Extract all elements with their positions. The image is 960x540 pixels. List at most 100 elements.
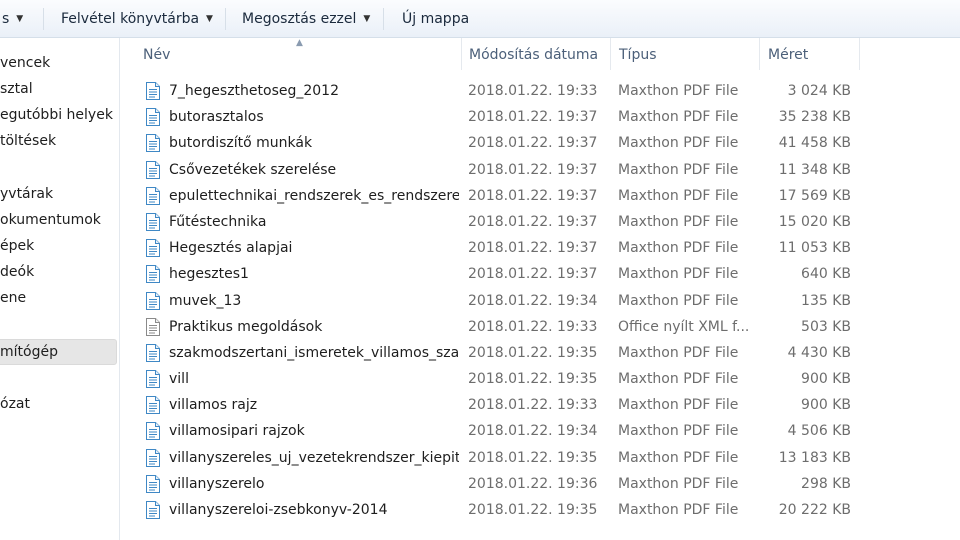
file-size: 35 238 KB	[778, 109, 851, 126]
file-row[interactable]: villamos rajz 2018.01.22. 19:33 Maxthon …	[121, 392, 960, 418]
file-size: 640 KB	[801, 266, 851, 283]
file-size: 298 KB	[801, 475, 851, 492]
chevron-down-icon: ▼	[363, 14, 371, 24]
new-folder-label: Új mappa	[402, 11, 470, 27]
navigation-pane: vencek sztal egutóbbi helyek töltések yv…	[0, 38, 120, 540]
file-row[interactable]: villanyszereloi-zsebkonyv-2014 2018.01.2…	[121, 497, 960, 523]
pdf-file-icon	[146, 448, 160, 467]
file-date-modified: 2018.01.22. 19:33	[468, 318, 598, 335]
file-date-modified: 2018.01.22. 19:37	[468, 266, 598, 283]
toolbar-divider	[43, 8, 44, 30]
file-row[interactable]: Praktikus megoldások 2018.01.22. 19:33 O…	[121, 314, 960, 340]
include-in-library-button[interactable]: Felvétel könyvtárba ▼	[61, 0, 213, 38]
file-row[interactable]: epulettechnikai_rendszerek_es_rendszerel…	[121, 183, 960, 209]
file-name: butorasztalos	[169, 109, 264, 126]
file-date-modified: 2018.01.22. 19:33	[468, 83, 598, 99]
file-size: 11 348 KB	[778, 161, 851, 178]
organize-menu-button[interactable]: s ▼	[2, 0, 23, 38]
file-row[interactable]: vill 2018.01.22. 19:35 Maxthon PDF File …	[121, 366, 960, 392]
file-row[interactable]: butordiszítő munkák 2018.01.22. 19:37 Ma…	[121, 130, 960, 156]
file-name: butordiszítő munkák	[169, 135, 313, 152]
file-date-modified: 2018.01.22. 19:37	[468, 187, 598, 204]
new-folder-button[interactable]: Új mappa	[402, 0, 469, 38]
file-date-modified: 2018.01.22. 19:36	[468, 475, 598, 492]
nav-item-recent-places[interactable]: egutóbbi helyek	[0, 103, 113, 127]
file-name: Fűtéstechnika	[169, 213, 267, 230]
column-header-size[interactable]: Méret	[768, 38, 808, 70]
file-row[interactable]: hegesztes1 2018.01.22. 19:37 Maxthon PDF…	[121, 261, 960, 287]
chevron-down-icon: ▼	[16, 14, 24, 24]
pdf-file-icon	[146, 474, 160, 493]
file-name: hegesztes1	[169, 266, 249, 283]
file-row[interactable]: Hegesztés alapjai 2018.01.22. 19:37 Maxt…	[121, 235, 960, 261]
file-size: 20 222 KB	[778, 502, 851, 518]
file-size: 3 024 KB	[787, 83, 851, 99]
file-date-modified: 2018.01.22. 19:35	[468, 371, 598, 388]
file-row[interactable]: szakmodszertani_ismeretek_villamos_sza..…	[121, 340, 960, 366]
column-header-type[interactable]: Típus	[619, 38, 657, 70]
organize-label: s	[2, 11, 10, 27]
file-row[interactable]: Fűtéstechnika 2018.01.22. 19:37 Maxthon …	[121, 209, 960, 235]
column-divider[interactable]	[461, 38, 462, 70]
file-date-modified: 2018.01.22. 19:37	[468, 109, 598, 126]
pdf-file-icon	[146, 343, 160, 362]
pdf-file-icon	[146, 108, 160, 127]
sort-ascending-icon: ▲	[296, 38, 303, 48]
pdf-file-icon	[146, 134, 160, 153]
include-in-library-label: Felvétel könyvtárba	[61, 11, 200, 27]
file-size: 900 KB	[801, 397, 851, 414]
column-divider[interactable]	[610, 38, 611, 70]
file-date-modified: 2018.01.22. 19:35	[468, 449, 598, 466]
nav-item-desktop[interactable]: sztal	[0, 77, 33, 101]
xml-document-icon	[146, 317, 160, 336]
file-name: Praktikus megoldások	[169, 318, 323, 335]
command-bar: s ▼ Felvétel könyvtárba ▼ Megosztás ezzel ▼…	[0, 0, 960, 38]
nav-item-computer[interactable]: mítógép	[0, 340, 58, 364]
file-date-modified: 2018.01.22. 19:37	[468, 161, 598, 178]
pdf-file-icon	[146, 265, 160, 284]
pdf-file-icon	[146, 370, 160, 389]
file-row[interactable]: villanyszereles_uj_vezetekrendszer_kiepi…	[121, 445, 960, 471]
nav-item-network[interactable]: ózat	[0, 392, 30, 416]
file-date-modified: 2018.01.22. 19:33	[468, 397, 598, 414]
file-name: Csővezetékek szerelése	[169, 161, 337, 178]
nav-item-pictures[interactable]: épek	[0, 234, 34, 258]
file-row[interactable]: Csővezetékek szerelése 2018.01.22. 19:37…	[121, 157, 960, 183]
pdf-file-icon	[146, 291, 160, 310]
pdf-file-icon	[146, 422, 160, 441]
file-name: villanyszereloi-zsebkonyv-2014	[169, 502, 388, 518]
nav-item-videos[interactable]: deók	[0, 260, 34, 284]
share-with-button[interactable]: Megosztás ezzel ▼	[242, 0, 370, 38]
file-date-modified: 2018.01.22. 19:37	[468, 240, 598, 257]
chevron-down-icon: ▼	[206, 14, 213, 24]
file-date-modified: 2018.01.22. 19:34	[468, 292, 598, 309]
file-name: villamos rajz	[169, 397, 258, 414]
file-size: 15 020 KB	[778, 213, 851, 230]
file-name: epulettechnikai_rendszerek_es_rendszerel…	[169, 187, 459, 204]
pdf-file-icon	[146, 396, 160, 415]
pdf-file-icon	[146, 186, 160, 205]
file-name: Hegesztés alapjai	[169, 240, 293, 257]
file-name: villanyszerelo	[169, 475, 265, 492]
file-name: muvek_13	[169, 292, 242, 309]
file-size: 4 506 KB	[787, 423, 851, 440]
nav-item-libraries[interactable]: yvtárak	[0, 182, 53, 206]
column-header-date-modified[interactable]: Módosítás dátuma	[469, 38, 598, 70]
column-header-name[interactable]: Név	[143, 38, 170, 70]
file-size: 503 KB	[801, 318, 851, 335]
file-row[interactable]: 7_hegeszthetoseg_2012 2018.01.22. 19:33 …	[121, 78, 960, 104]
nav-item-favorites[interactable]: vencek	[0, 51, 50, 75]
file-name: szakmodszertani_ismeretek_villamos_sza..…	[169, 344, 459, 361]
nav-item-documents[interactable]: okumentumok	[0, 208, 101, 232]
nav-item-music[interactable]: ene	[0, 286, 26, 310]
file-row[interactable]: villamosipari rajzok 2018.01.22. 19:34 M…	[121, 418, 960, 444]
file-row[interactable]: villanyszerelo 2018.01.22. 19:36 Maxthon…	[121, 471, 960, 497]
nav-item-downloads[interactable]: töltések	[0, 129, 56, 153]
column-divider[interactable]	[759, 38, 760, 70]
column-divider[interactable]	[859, 38, 860, 70]
pdf-file-icon	[146, 212, 160, 231]
file-name: vill	[169, 371, 189, 388]
file-row[interactable]: butorasztalos 2018.01.22. 19:37 Maxthon …	[121, 104, 960, 130]
file-row[interactable]: muvek_13 2018.01.22. 19:34 Maxthon PDF F…	[121, 288, 960, 314]
file-date-modified: 2018.01.22. 19:37	[468, 135, 598, 152]
